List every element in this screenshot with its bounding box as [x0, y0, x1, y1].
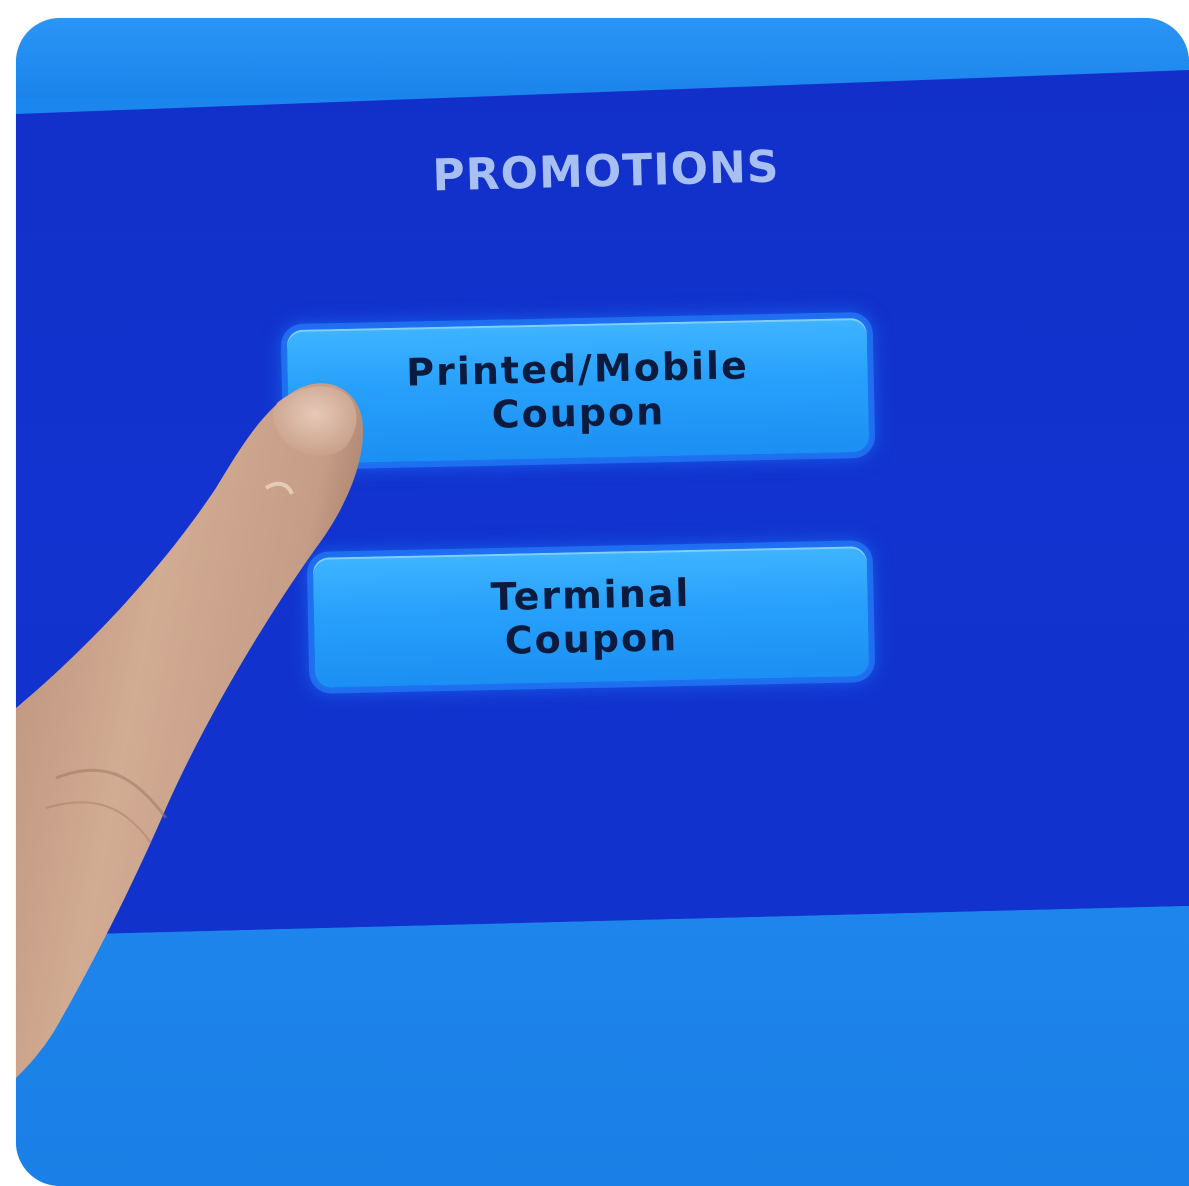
terminal-coupon-button[interactable]: Terminal Coupon [312, 546, 870, 688]
printed-mobile-coupon-button[interactable]: Printed/Mobile Coupon [286, 317, 870, 465]
terminal-line2: Coupon [504, 615, 679, 663]
printed-mobile-line1: Printed/Mobile [405, 343, 750, 395]
terminal-line1: Terminal [490, 570, 691, 620]
printed-mobile-line2: Coupon [491, 389, 666, 437]
kiosk-device: PROMOTIONS Printed/Mobile Coupon Termina… [16, 18, 1189, 1186]
page-title: PROMOTIONS [431, 141, 781, 202]
